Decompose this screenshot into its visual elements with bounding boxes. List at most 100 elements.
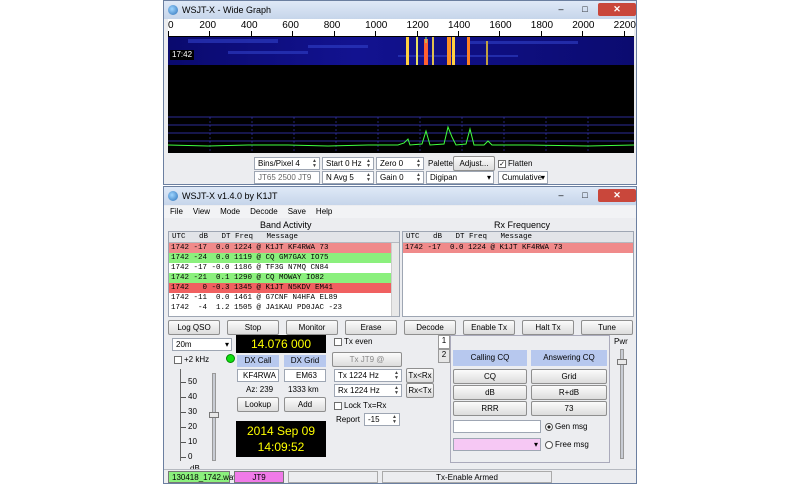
dial-frequency-display: 14.076 000 (236, 335, 326, 353)
stop-button[interactable]: Stop (227, 320, 279, 335)
lock-tx-rx-checkbox[interactable]: Lock Tx=Rx (334, 401, 386, 411)
navg-spinbox[interactable]: N Avg 5 ▲ ▼ (322, 171, 374, 184)
frequency-tick-mark (333, 31, 335, 36)
dx-grid-input[interactable]: EM63 (284, 369, 326, 382)
frequency-tick-mark (582, 31, 584, 36)
cumulative-dropdown[interactable]: Cumulative ▾ (498, 171, 548, 184)
tx-frequency-spinbox[interactable]: Tx 1224 Hz ▲ ▼ (334, 369, 402, 382)
band-activity-row[interactable]: 1742 -24 0.0 1119 @ CQ GM7GAX IO75 (169, 253, 399, 263)
r-plus-db-button[interactable]: R+dB (531, 385, 607, 400)
menu-mode[interactable]: Mode (220, 206, 240, 218)
rx-from-tx-button[interactable]: Rx<Tx (406, 383, 434, 398)
menu-decode[interactable]: Decode (250, 206, 278, 218)
db-scale-tick: 0 (188, 452, 193, 461)
free-msg-input[interactable]: ▾ (453, 438, 541, 451)
gen-msg-radio[interactable]: Gen msg (545, 422, 587, 432)
log-qso-button[interactable]: Log QSO (168, 320, 220, 335)
chevron-down-icon: ▾ (540, 173, 545, 182)
band-activity-row[interactable]: 1742 -11 0.0 1461 @ G7CNF N4HFA EL89 (169, 293, 399, 303)
db-button[interactable]: dB (453, 385, 527, 400)
menu-view[interactable]: View (193, 206, 210, 218)
palette-dropdown[interactable]: Digipan ▾ (426, 171, 494, 184)
rx-frequency-row[interactable]: 1742 -17 0.0 1224 @ K1JT KF4RWA 73 (403, 243, 633, 253)
rx-frequency-spinbox[interactable]: Rx 1224 Hz ▲ ▼ (334, 384, 402, 397)
clock-time: 14:09:52 (257, 440, 305, 454)
minimize-icon[interactable]: – (550, 189, 572, 202)
calling-cq-header[interactable]: Calling CQ (453, 350, 527, 366)
gen-msg-input[interactable] (453, 420, 541, 433)
start-frequency-spinbox[interactable]: Start 0 Hz ▲ ▼ (322, 157, 374, 170)
tx-jt9-button[interactable]: Tx JT9 @ (332, 352, 402, 367)
band-activity-scrollbar[interactable] (391, 243, 399, 316)
minimize-icon[interactable]: – (550, 3, 572, 16)
frequency-tick-mark (416, 31, 418, 36)
db-scale-tick: 10 (188, 437, 197, 446)
utc-clock: 2014 Sep 09 14:09:52 (236, 421, 326, 457)
tune-button[interactable]: Tune (581, 320, 633, 335)
dx-call-input[interactable]: KF4RWA (237, 369, 279, 382)
power-slider[interactable] (620, 349, 624, 459)
tx-from-rx-button[interactable]: Tx<Rx (406, 368, 434, 383)
wide-graph-titlebar[interactable]: WSJT-X - Wide Graph – □ ✕ (164, 1, 636, 19)
frequency-tick-label: 1600 (489, 20, 512, 31)
tab-1[interactable]: 1 (438, 335, 450, 349)
radio-selected-icon (545, 422, 553, 431)
db-scale-mark (181, 382, 186, 383)
band-activity-row[interactable]: 1742 -17 -0.0 1186 @ TF3G N7MQ CN84 (169, 263, 399, 273)
report-spinbox[interactable]: -15 ▲ ▼ (364, 413, 400, 426)
cq-button[interactable]: CQ (453, 369, 527, 384)
band-activity-panel[interactable]: UTC dB DT Freq Message 1742 -17 0.0 1224… (168, 231, 400, 317)
rx-level-slider-handle[interactable] (209, 412, 219, 418)
menu-save[interactable]: Save (288, 206, 306, 218)
gain-spinbox[interactable]: Gain 0 ▲ ▼ (376, 171, 424, 184)
main-title: WSJT-X v1.4.0 by K1JT (182, 191, 278, 201)
erase-button[interactable]: Erase (345, 320, 397, 335)
chevron-down-icon: ▾ (533, 440, 538, 449)
adjust-button[interactable]: Adjust... (453, 156, 495, 171)
rrr-button[interactable]: RRR (453, 401, 527, 416)
status-tx: Tx-Enable Armed (382, 471, 552, 483)
halt-tx-button[interactable]: Halt Tx (522, 320, 574, 335)
free-msg-radio[interactable]: Free msg (545, 440, 589, 450)
frequency-tick-mark (209, 31, 211, 36)
rx-frequency-panel[interactable]: UTC dB DT Freq Message 1742 -17 0.0 1224… (402, 231, 634, 317)
lookup-button[interactable]: Lookup (237, 397, 279, 412)
status-mode: JT9 (234, 471, 284, 483)
menu-file[interactable]: File (170, 206, 183, 218)
maximize-icon[interactable]: □ (574, 189, 596, 202)
main-titlebar[interactable]: WSJT-X v1.4.0 by K1JT – □ ✕ (164, 187, 636, 205)
decode-button[interactable]: Decode (404, 320, 456, 335)
menu-help[interactable]: Help (316, 206, 332, 218)
close-icon[interactable]: ✕ (598, 3, 636, 16)
band-activity-row[interactable]: 1742 -4 1.2 1505 @ JA1KAU PD0JAC -23 (169, 303, 399, 313)
db-scale-mark (181, 457, 186, 458)
db-scale-tick: 30 (188, 407, 197, 416)
answering-cq-header[interactable]: Answering CQ (531, 350, 607, 366)
grid-button[interactable]: Grid (531, 369, 607, 384)
band-selector[interactable]: 20m ▾ (172, 338, 232, 351)
73-button[interactable]: 73 (531, 401, 607, 416)
waterfall-display[interactable] (168, 37, 634, 65)
band-activity-header: UTC dB DT Freq Message (169, 232, 399, 243)
frequency-scale: 0 200 400 600 800 1000 1200 1400 1600 1800 2000 220… (168, 19, 636, 37)
monitor-button[interactable]: Monitor (286, 320, 338, 335)
maximize-icon[interactable]: □ (574, 3, 596, 16)
plus-2khz-checkbox[interactable]: +2 kHz (174, 355, 209, 365)
mode-info-field: JT65 2500 JT9 (254, 171, 320, 184)
bins-pixel-spinbox[interactable]: Bins/Pixel 4 ▲ ▼ (254, 157, 320, 170)
band-activity-row[interactable]: 1742 -17 0.0 1224 @ K1JT KF4RWA 73 (169, 243, 399, 253)
band-activity-row[interactable]: 1742 -21 0.1 1290 @ CQ MOWAY IO82 (169, 273, 399, 283)
power-slider-handle[interactable] (617, 359, 627, 365)
enable-tx-button[interactable]: Enable Tx (463, 320, 515, 335)
band-activity-row[interactable]: 1742 0 -0.3 1345 @ K1JT N5KDV EM41 (169, 283, 399, 293)
tx-even-checkbox[interactable]: Tx even (334, 337, 372, 347)
frequency-tick-label: 1000 (365, 20, 388, 31)
status-file: 130418_1742.wav (168, 471, 237, 483)
close-icon[interactable]: ✕ (598, 189, 636, 202)
dx-call-header: DX Call (237, 355, 279, 367)
add-button[interactable]: Add (284, 397, 326, 412)
tab-2[interactable]: 2 (438, 349, 450, 363)
frequency-tick-label: 1400 (447, 20, 471, 31)
zero-spinbox[interactable]: Zero 0 ▲ ▼ (376, 157, 424, 170)
flatten-checkbox[interactable]: ✓ Flatten (498, 159, 532, 169)
